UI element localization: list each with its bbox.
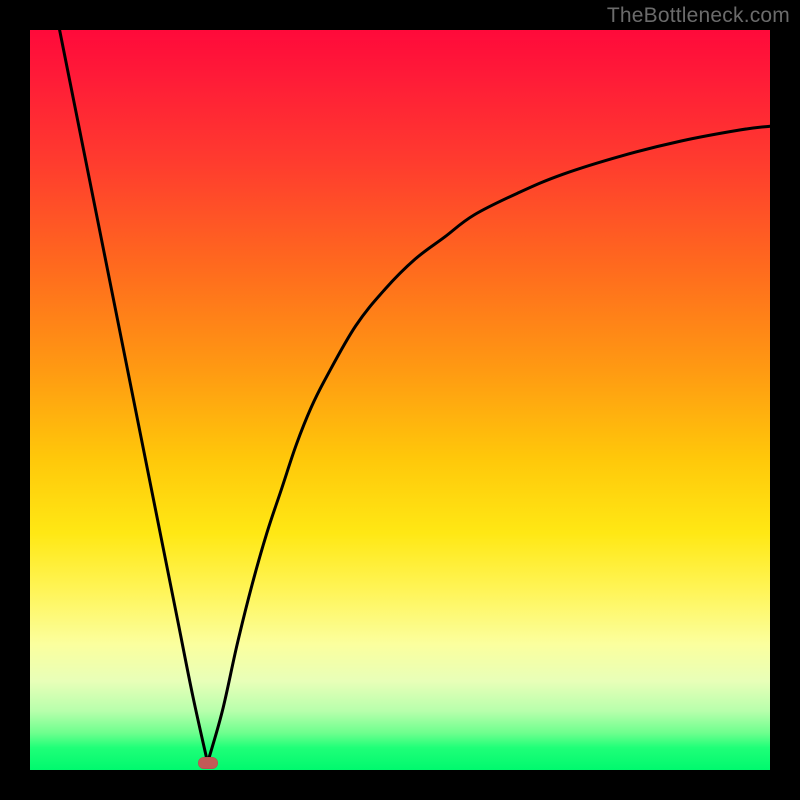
optimal-point-marker [198,757,218,769]
plot-area [30,30,770,770]
chart-frame: TheBottleneck.com [0,0,800,800]
watermark-text: TheBottleneck.com [607,4,790,28]
bottleneck-curve [30,30,770,770]
